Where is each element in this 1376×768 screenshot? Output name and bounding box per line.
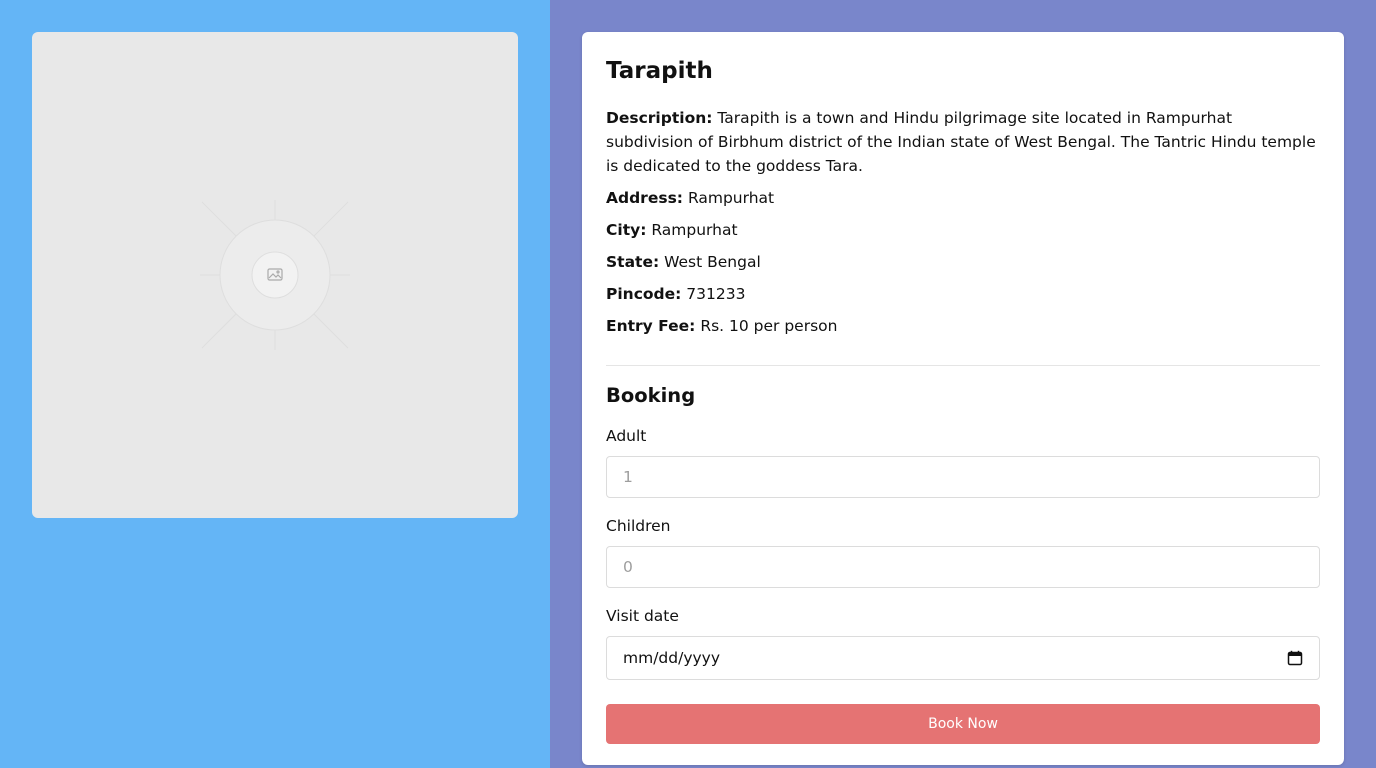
description-line: Description: Tarapith is a town and Hind… <box>606 106 1320 178</box>
details-panel: Tarapith Description: Tarapith is a town… <box>550 0 1376 768</box>
calendar-icon[interactable] <box>1287 650 1303 666</box>
children-label: Children <box>606 517 671 535</box>
image-placeholder-graphic <box>200 200 350 350</box>
adult-input[interactable] <box>606 456 1320 498</box>
address-line: Address: Rampurhat <box>606 186 1320 210</box>
entry-fee-value: Rs. 10 per person <box>700 317 838 335</box>
place-image-placeholder <box>32 32 518 518</box>
description-value: Tarapith is a town and Hindu pilgrimage … <box>606 109 1316 175</box>
visit-date-input[interactable]: mm/dd/yyyy <box>606 636 1320 680</box>
visit-date-label: Visit date <box>606 607 679 625</box>
city-value: Rampurhat <box>651 221 738 239</box>
adult-label: Adult <box>606 427 647 445</box>
visit-date-placeholder: mm/dd/yyyy <box>623 649 721 667</box>
city-line: City: Rampurhat <box>606 218 1320 242</box>
pincode-label: Pincode: <box>606 285 682 303</box>
state-line: State: West Bengal <box>606 250 1320 274</box>
city-label: City: <box>606 221 647 239</box>
booking-title: Booking <box>606 384 696 407</box>
place-card: Tarapith Description: Tarapith is a town… <box>582 32 1344 765</box>
pincode-value: 731233 <box>686 285 746 303</box>
pincode-line: Pincode: 731233 <box>606 282 1320 306</box>
book-now-button[interactable]: Book Now <box>606 704 1320 744</box>
address-value: Rampurhat <box>687 189 775 207</box>
image-panel <box>0 0 550 768</box>
state-value: West Bengal <box>664 253 761 271</box>
entry-fee-line: Entry Fee: Rs. 10 per person <box>606 314 1320 338</box>
description-label: Description: <box>606 109 713 127</box>
address-label: Address: <box>606 189 683 207</box>
state-label: State: <box>606 253 660 271</box>
children-input[interactable] <box>606 546 1320 588</box>
section-divider <box>606 365 1320 366</box>
place-title: Tarapith <box>606 58 713 84</box>
entry-fee-label: Entry Fee: <box>606 317 696 335</box>
